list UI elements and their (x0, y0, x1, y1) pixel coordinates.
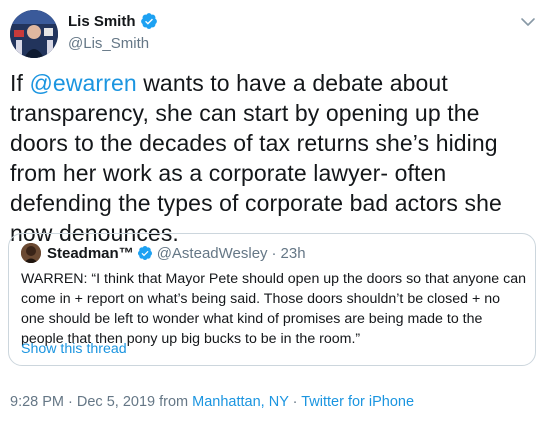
quoted-tweet-header: Steadman™ @AsteadWesley · 23h (21, 243, 306, 263)
mention-link[interactable]: @ewarren (29, 70, 136, 96)
source-link[interactable]: Twitter for iPhone (301, 394, 414, 410)
tweet-text: If @ewarren wants to have a debate about… (10, 68, 540, 248)
quoted-profile-photo-icon (21, 243, 41, 263)
location-link[interactable]: Manhattan, NY (192, 394, 288, 410)
meta-separator: · (288, 394, 302, 410)
verified-badge-icon (140, 13, 157, 29)
tweet-text-prefix: If (10, 70, 30, 96)
quoted-verified-badge-icon (137, 246, 152, 260)
tweet-text-rest: wants to have a debate about transparenc… (10, 70, 502, 246)
quoted-tweet-text: WARREN: “I think that Mayor Pete should … (21, 271, 526, 347)
tweet-metadata: 9:28 PM · Dec 5, 2019 from Manhattan, NY… (10, 394, 414, 410)
profile-photo-icon (10, 10, 58, 58)
show-thread-link[interactable]: Show this thread (21, 341, 127, 357)
tweet-card: Lis Smith @Lis_Smith If @ewarren wants t… (0, 0, 550, 424)
quoted-display-name: Steadman™ (47, 244, 134, 262)
quoted-separator: · (271, 244, 277, 262)
quoted-timestamp: 23h (280, 244, 306, 262)
tweet-timestamp: 9:28 PM · Dec 5, 2019 from (10, 394, 193, 410)
quoted-author-avatar (21, 243, 41, 263)
author-handle[interactable]: @Lis_Smith (68, 35, 149, 52)
quoted-tweet[interactable]: Steadman™ @AsteadWesley · 23h WARREN: “I… (8, 233, 536, 366)
quoted-handle: @AsteadWesley (156, 244, 268, 262)
author-name-row[interactable]: Lis Smith (68, 12, 158, 30)
author-display-name[interactable]: Lis Smith (68, 13, 136, 30)
chevron-down-icon[interactable] (520, 14, 536, 30)
author-avatar[interactable] (10, 10, 58, 58)
